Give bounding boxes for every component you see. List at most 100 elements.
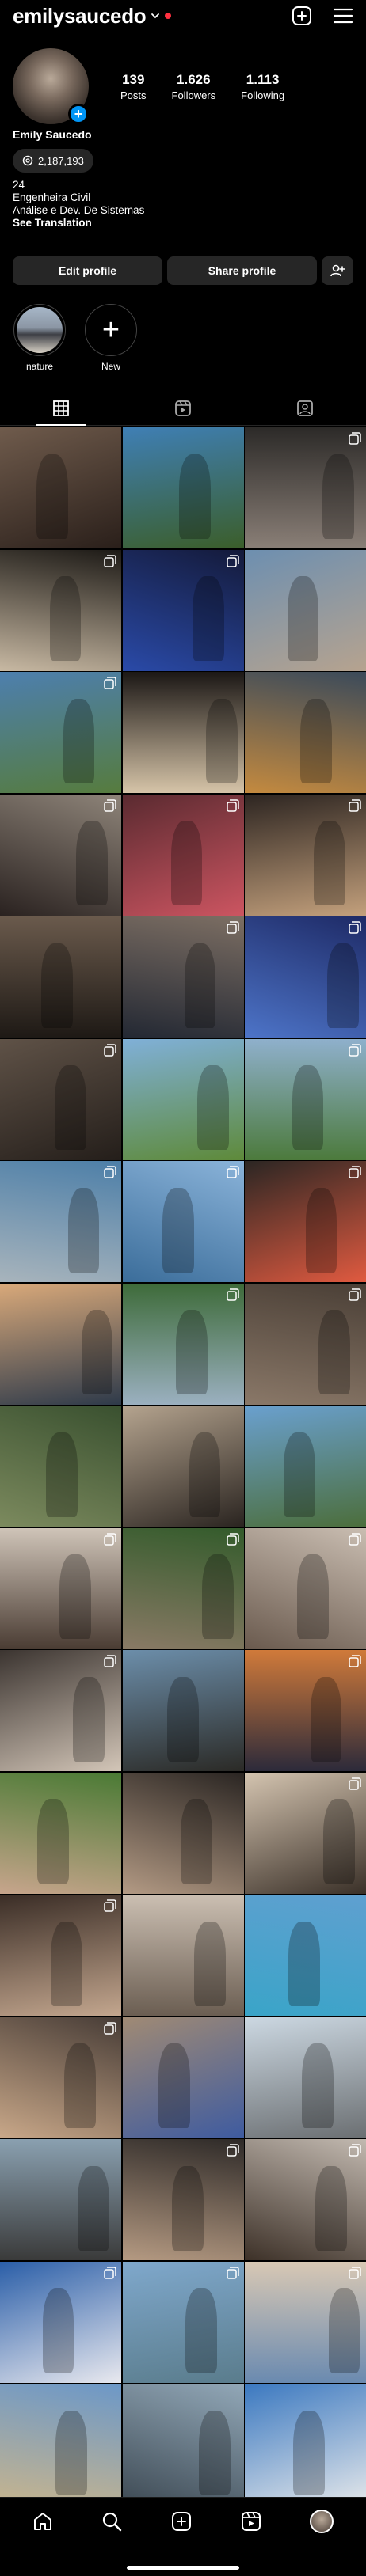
post-image [81, 1310, 113, 1395]
stat-following[interactable]: 1.113 Following [241, 72, 284, 101]
post-thumbnail[interactable] [245, 1650, 366, 1771]
highlight-cover [13, 304, 66, 356]
see-translation-link[interactable]: See Translation [13, 217, 144, 230]
post-thumbnail[interactable] [122, 1406, 244, 1527]
post-thumbnail[interactable] [122, 427, 244, 548]
threads-badge[interactable]: 2,187,193 [13, 149, 93, 173]
post-thumbnail[interactable] [0, 1527, 121, 1649]
post-thumbnail[interactable] [245, 1038, 366, 1160]
post-image [72, 1676, 105, 1762]
post-thumbnail[interactable] [122, 2016, 244, 2138]
post-thumbnail[interactable] [245, 1406, 366, 1527]
post-thumbnail[interactable] [0, 2016, 121, 2138]
post-thumbnail[interactable] [245, 1527, 366, 1649]
post-image [327, 943, 359, 1028]
stat-followers[interactable]: 1.626 Followers [172, 72, 216, 101]
post-thumbnail[interactable] [245, 549, 366, 671]
post-thumbnail[interactable] [245, 2384, 366, 2505]
home-icon[interactable] [32, 2511, 53, 2532]
tab-tagged[interactable] [244, 391, 366, 425]
post-image [51, 1921, 83, 2006]
carousel-icon [104, 2266, 116, 2283]
menu-icon[interactable] [333, 7, 353, 25]
post-thumbnail[interactable] [0, 916, 121, 1038]
tab-reels[interactable] [122, 391, 244, 425]
post-image [41, 943, 73, 1028]
post-thumbnail[interactable] [245, 2016, 366, 2138]
post-thumbnail[interactable] [0, 2261, 121, 2383]
post-thumbnail[interactable] [0, 1650, 121, 1771]
post-thumbnail[interactable] [122, 1161, 244, 1282]
post-thumbnail[interactable] [245, 672, 366, 793]
reels-nav-icon[interactable] [241, 2511, 261, 2532]
post-thumbnail[interactable] [122, 2139, 244, 2260]
stat-posts[interactable]: 139 Posts [120, 72, 147, 101]
post-thumbnail[interactable] [0, 1772, 121, 1894]
tab-grid[interactable] [0, 391, 122, 426]
post-thumbnail[interactable] [0, 672, 121, 793]
carousel-icon [226, 1288, 239, 1305]
discover-people-button[interactable] [322, 256, 353, 285]
post-thumbnail[interactable] [245, 794, 366, 916]
carousel-icon [104, 1899, 116, 1916]
post-thumbnail[interactable] [122, 2384, 244, 2505]
post-thumbnail[interactable] [122, 549, 244, 671]
post-thumbnail[interactable] [245, 1283, 366, 1405]
highlight-image [17, 307, 63, 353]
post-image [328, 2288, 360, 2373]
edit-profile-button[interactable]: Edit profile [13, 256, 162, 285]
profile-avatar[interactable]: + [13, 48, 89, 124]
post-image [46, 1432, 78, 1517]
post-thumbnail[interactable] [245, 1772, 366, 1894]
carousel-icon [349, 1288, 361, 1305]
post-thumbnail[interactable] [0, 2139, 121, 2260]
post-thumbnail[interactable] [0, 1406, 121, 1527]
post-thumbnail[interactable] [122, 794, 244, 916]
post-thumbnail[interactable] [0, 549, 121, 671]
post-thumbnail[interactable] [122, 916, 244, 1038]
post-thumbnail[interactable] [0, 427, 121, 548]
search-icon[interactable] [101, 2511, 122, 2532]
post-thumbnail[interactable] [245, 2261, 366, 2383]
post-thumbnail[interactable] [122, 1895, 244, 2016]
highlight-nature[interactable]: nature [13, 304, 67, 372]
post-thumbnail[interactable] [0, 794, 121, 916]
post-thumbnail[interactable] [245, 427, 366, 548]
profile-nav-avatar[interactable] [310, 2510, 334, 2533]
post-image [64, 2043, 96, 2129]
tagged-icon [297, 400, 313, 416]
post-thumbnail[interactable] [122, 1772, 244, 1894]
highlight-new[interactable]: + New [84, 304, 138, 372]
post-image [158, 2043, 191, 2129]
post-thumbnail[interactable] [0, 1895, 121, 2016]
post-thumbnail[interactable] [245, 1895, 366, 2016]
post-thumbnail[interactable] [122, 672, 244, 793]
carousel-icon [349, 1166, 361, 1182]
post-thumbnail[interactable] [0, 1038, 121, 1160]
post-thumbnail[interactable] [122, 1527, 244, 1649]
post-thumbnail[interactable] [0, 2384, 121, 2505]
add-story-icon[interactable]: + [68, 104, 89, 124]
post-thumbnail[interactable] [245, 916, 366, 1038]
post-thumbnail[interactable] [122, 1650, 244, 1771]
profile-summary: + 139 Posts 1.626 Followers 1.113 Follow… [13, 43, 353, 130]
post-image [36, 453, 68, 539]
create-post-icon[interactable] [292, 6, 312, 26]
carousel-icon [104, 677, 116, 693]
post-thumbnail[interactable] [245, 2139, 366, 2260]
create-icon[interactable] [171, 2511, 192, 2532]
post-thumbnail[interactable] [245, 1161, 366, 1282]
post-thumbnail[interactable] [122, 1038, 244, 1160]
chevron-down-icon[interactable] [151, 11, 160, 21]
share-profile-button[interactable]: Share profile [167, 256, 317, 285]
post-image [197, 1065, 230, 1151]
post-image [300, 698, 333, 783]
post-image [206, 698, 238, 783]
post-thumbnail[interactable] [122, 2261, 244, 2383]
carousel-icon [104, 1655, 116, 1671]
post-thumbnail[interactable] [0, 1283, 121, 1405]
post-thumbnail[interactable] [122, 1283, 244, 1405]
post-image [42, 2288, 74, 2373]
post-thumbnail[interactable] [0, 1161, 121, 1282]
username[interactable]: emilysaucedo [13, 4, 147, 28]
